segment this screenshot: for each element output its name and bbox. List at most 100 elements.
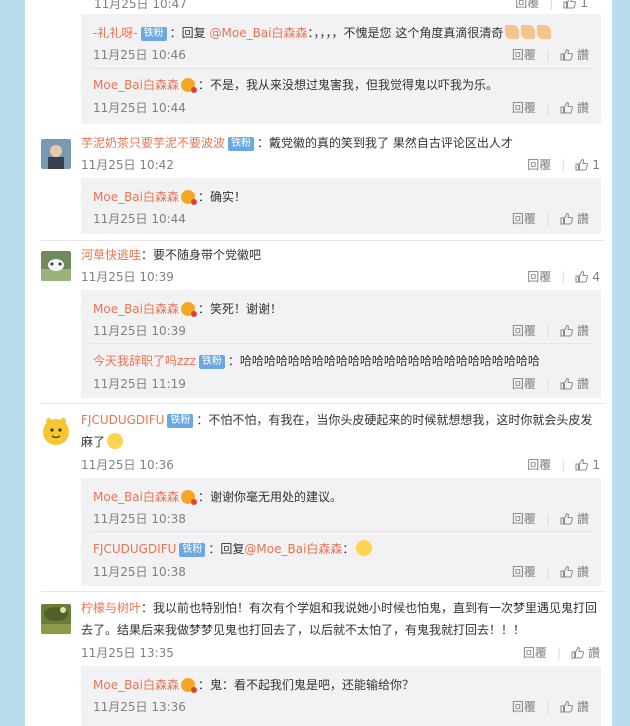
pray-emoji-icon	[537, 25, 552, 39]
reply-actions: 回覆 | 讚	[511, 211, 589, 227]
reply-actions: 回覆 | 讚	[511, 699, 589, 715]
reply-button[interactable]: 回覆	[512, 512, 536, 526]
reply-time: 11月25日 10:38	[93, 565, 186, 579]
reply-button[interactable]: 回覆	[527, 458, 551, 472]
pray-emoji-icon	[521, 25, 536, 39]
reply-block: Moe_Bai白森森 ：确实！ 11月25日 10:44 回覆 | 讚	[81, 178, 601, 234]
reply-button[interactable]: 回覆	[515, 0, 539, 10]
reply-text: FJCUDUGDIFU 铁粉 ：回复@Moe_Bai白森森：	[93, 540, 373, 558]
like-button[interactable]: 讚	[560, 100, 589, 116]
like-button[interactable]: 1	[563, 0, 588, 11]
avatar[interactable]	[41, 251, 71, 281]
reply-text: Moe_Bai白森森 ：谢谢你毫无用处的建议。	[93, 490, 343, 505]
comment-divider	[41, 591, 604, 592]
reply-text: Moe_Bai白森森 ：鬼：看不起我们鬼是吧，还能输给你？	[93, 678, 415, 693]
like-button[interactable]: 讚	[560, 699, 589, 715]
fan-badge: 铁粉	[198, 355, 225, 369]
reply-username[interactable]: Moe_Bai白森森	[93, 490, 179, 504]
reply-text: Moe_Bai白森森 ：确实！	[93, 190, 247, 205]
like-button[interactable]: 讚	[560, 511, 589, 527]
reply-username[interactable]: Moe_Bai白森森	[93, 678, 179, 692]
thumbs-up-icon	[560, 212, 573, 225]
comment-text: 芋泥奶茶只要芋泥不要波波 铁粉 ：戴党徽的真的笑到我了 果然自古评论区出人才	[81, 136, 513, 151]
mention-link[interactable]: @Moe_Bai白森森	[210, 26, 308, 40]
reply-divider	[89, 68, 593, 69]
comment-time: 11月25日 10:47	[94, 0, 187, 11]
like-button[interactable]: 讚	[560, 564, 589, 580]
reply-username[interactable]: Moe_Bai白森森	[93, 190, 179, 204]
reply-button[interactable]: 回覆	[527, 158, 551, 172]
comment-username[interactable]: FJCUDUGDIFU	[81, 413, 164, 427]
reply-time: 11月25日 10:39	[93, 324, 186, 338]
avatar[interactable]	[41, 139, 71, 169]
reply-text: Moe_Bai白森森 ：笑死！谢谢！	[93, 302, 283, 317]
thumbs-up-icon	[560, 48, 573, 61]
reply-button[interactable]: 回覆	[512, 212, 536, 226]
reply-divider	[89, 531, 593, 532]
fan-badge: 铁粉	[167, 414, 194, 428]
fan-badge: 铁粉	[179, 543, 206, 557]
avatar-image	[41, 416, 71, 446]
reply-button[interactable]: 回覆	[512, 48, 536, 62]
reply-username[interactable]: 今天我辞职了吗zzz	[93, 354, 196, 368]
reply-time: 11月25日 11:19	[93, 377, 186, 391]
like-button[interactable]: 讚	[560, 47, 589, 63]
thumbs-up-icon	[563, 0, 577, 9]
reply-username[interactable]: Moe_Bai白森森	[93, 78, 179, 92]
comment-time: 11月25日 13:35	[81, 646, 174, 660]
reply-button[interactable]: 回覆	[512, 565, 536, 579]
reply-actions: 回覆 | 讚	[511, 47, 589, 63]
thumbs-up-icon	[560, 700, 573, 713]
reply-username[interactable]: -礼礼呀-	[93, 26, 138, 40]
thumbs-up-icon	[571, 646, 584, 659]
thumbs-up-icon	[575, 158, 589, 171]
comment-actions: 回覆 | 1	[527, 157, 600, 173]
reply-time: 11月25日 10:38	[93, 512, 186, 526]
reply-time: 11月25日 13:36	[93, 700, 186, 714]
vip-icon	[181, 490, 197, 505]
reply-button[interactable]: 回覆	[523, 646, 547, 660]
like-button[interactable]: 4	[575, 269, 600, 285]
vip-icon	[181, 302, 197, 317]
like-button[interactable]: 讚	[560, 376, 589, 392]
fan-badge: 铁粉	[228, 137, 255, 151]
reply-text: Moe_Bai白森森 ：不是，我从来没想过鬼害我，但我觉得鬼以吓我为乐。	[93, 78, 499, 93]
reply-actions: 回覆 | 讚	[511, 564, 589, 580]
reply-text: 今天我辞职了吗zzz 铁粉 ：哈哈哈哈哈哈哈哈哈哈哈哈哈哈哈哈哈哈哈哈哈哈哈哈哈	[93, 354, 540, 369]
like-button[interactable]: 1	[575, 157, 600, 173]
comment-time: 11月25日 10:42	[81, 158, 174, 172]
reply-button[interactable]: 回覆	[512, 377, 536, 391]
mention-link[interactable]: @Moe_Bai白森森	[244, 542, 342, 556]
comment-panel: 回覆 | 1 11月25日 10:47 -礼礼呀- 铁粉 ：回复 @Moe_Bai白森森…	[25, 0, 612, 726]
reply-button[interactable]: 回覆	[527, 270, 551, 284]
comment-text: 河草快逃哇：要不随身带个党徽吧	[81, 248, 262, 262]
reply-button[interactable]: 回覆	[512, 700, 536, 714]
reply-text: -礼礼呀- 铁粉 ：回复 @Moe_Bai白森森：，，，，不愧是您 这个角度真滴很清…	[93, 24, 552, 42]
comment-actions: 回覆 | 1	[515, 0, 588, 11]
comment-actions: 回覆 | 4	[527, 269, 600, 285]
reply-button[interactable]: 回覆	[512, 101, 536, 115]
shy-emoji-icon	[356, 540, 373, 556]
reply-actions: 回覆 | 讚	[511, 323, 589, 339]
comment-username[interactable]: 芋泥奶茶只要芋泥不要波波	[81, 136, 225, 150]
reply-button[interactable]: 回覆	[512, 324, 536, 338]
kiss-emoji-icon	[107, 433, 124, 449]
like-button[interactable]: 1	[575, 457, 600, 473]
avatar[interactable]	[41, 416, 71, 446]
pray-emoji-icon	[505, 25, 520, 39]
avatar[interactable]	[41, 604, 71, 634]
thumbs-up-icon	[560, 377, 573, 390]
like-button[interactable]: 讚	[560, 211, 589, 227]
reply-username[interactable]: Moe_Bai白森森	[93, 302, 179, 316]
reply-username[interactable]: FJCUDUGDIFU	[93, 542, 176, 556]
comment-username[interactable]: 柠檬与树叶	[81, 601, 141, 615]
comment-time: 11月25日 10:36	[81, 458, 174, 472]
thumbs-up-icon	[560, 324, 573, 337]
fan-badge: 铁粉	[140, 27, 167, 41]
like-button[interactable]: 讚	[560, 323, 589, 339]
reply-divider	[89, 343, 593, 344]
comment-username[interactable]: 河草快逃哇	[81, 248, 141, 262]
reply-block: -礼礼呀- 铁粉 ：回复 @Moe_Bai白森森：，，，，不愧是您 这个角度真滴很清…	[81, 14, 601, 124]
vip-icon	[181, 190, 197, 205]
like-button[interactable]: 讚	[571, 645, 600, 661]
